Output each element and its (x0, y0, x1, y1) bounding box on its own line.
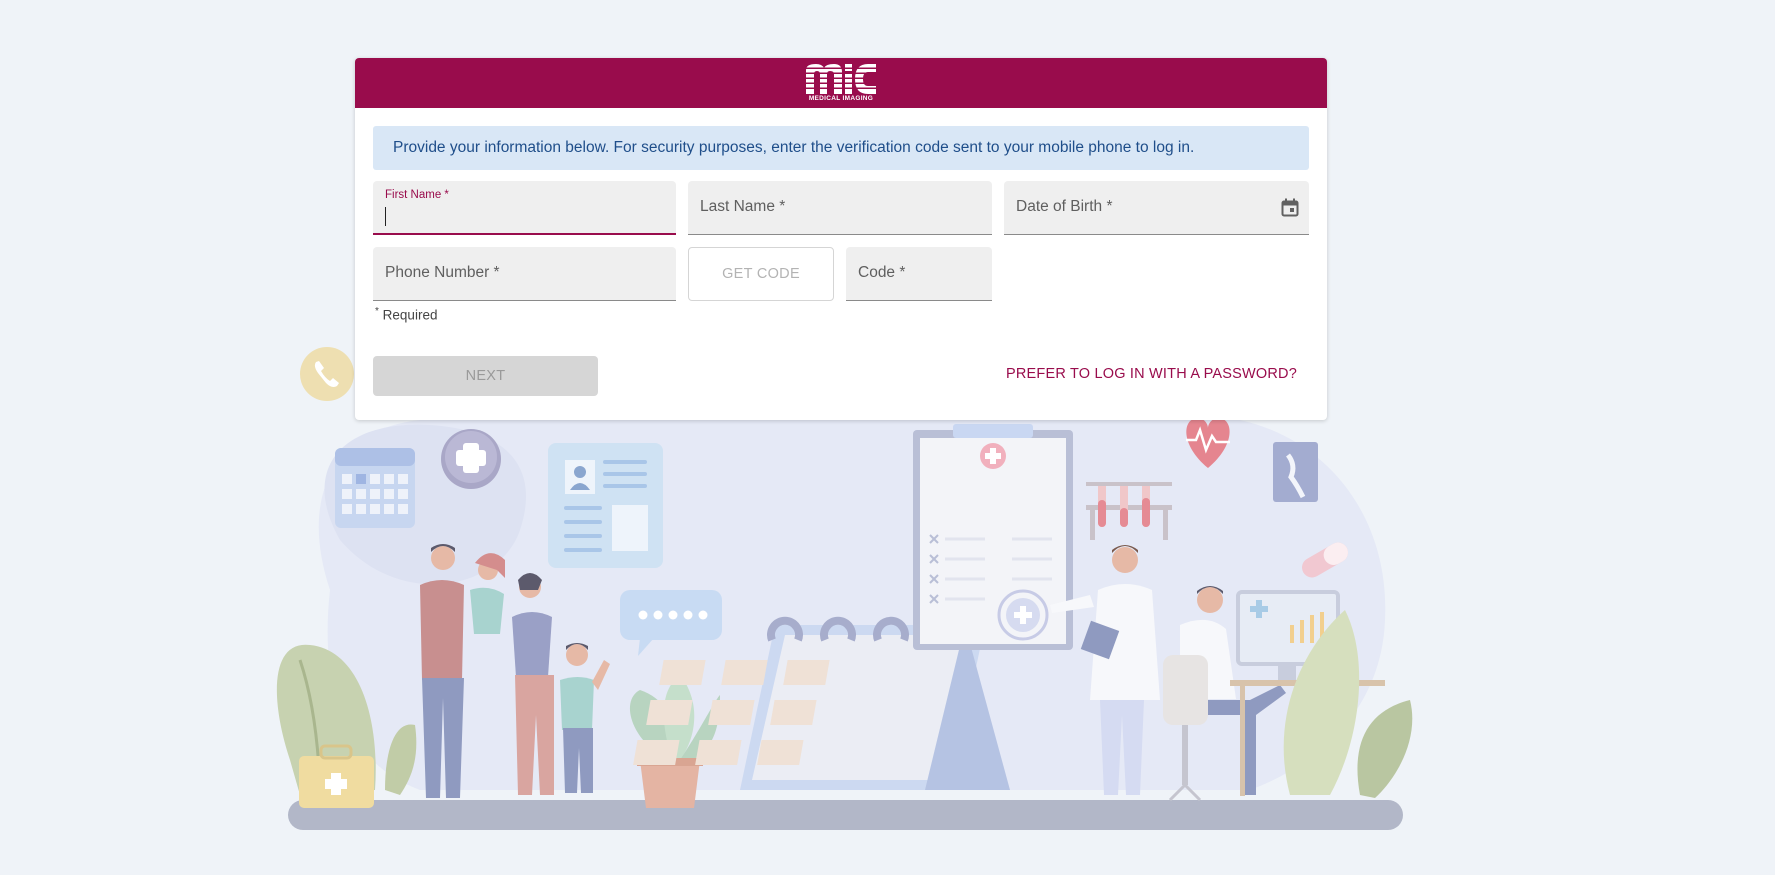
text-cursor (385, 207, 386, 226)
cross-badge-illustration (441, 429, 501, 489)
first-name-field[interactable]: First Name * (373, 181, 676, 235)
last-name-field[interactable]: Last Name * (688, 181, 992, 235)
date-of-birth-label: Date of Birth * (1016, 198, 1113, 215)
logo-subtitle: MEDICAL IMAGING (808, 95, 874, 102)
info-banner: Provide your information below. For secu… (373, 126, 1309, 170)
mic-logo-mark (806, 64, 876, 94)
clipboard-illustration (913, 424, 1073, 650)
brand-header: MEDICAL IMAGING (355, 58, 1327, 108)
phone-number-label: Phone Number * (385, 264, 500, 281)
password-login-link[interactable]: PREFER TO LOG IN WITH A PASSWORD? (1006, 366, 1297, 382)
mic-logo: MEDICAL IMAGING (806, 64, 876, 102)
date-of-birth-field[interactable]: Date of Birth * (1004, 181, 1309, 235)
phone-number-field[interactable]: Phone Number * (373, 247, 676, 301)
code-field[interactable]: Code * (846, 247, 992, 301)
next-button[interactable]: NEXT (373, 356, 598, 396)
last-name-label: Last Name * (700, 198, 786, 215)
calendar-icon[interactable] (1281, 198, 1299, 222)
login-card: MEDICAL IMAGING Provide your information… (355, 58, 1327, 420)
required-text: Required (382, 307, 438, 323)
id-card-illustration (548, 443, 663, 568)
xray-illustration (1273, 442, 1318, 502)
first-name-label: First Name * (385, 189, 449, 201)
required-marker: * (375, 306, 379, 317)
login-page: MEDICAL IMAGING Provide your information… (0, 0, 1775, 875)
code-label: Code * (858, 264, 906, 281)
get-code-button[interactable]: GET CODE (688, 247, 834, 301)
calendar-illustration (335, 448, 415, 528)
required-note: * Required (375, 306, 437, 323)
phone-icon (300, 347, 354, 401)
